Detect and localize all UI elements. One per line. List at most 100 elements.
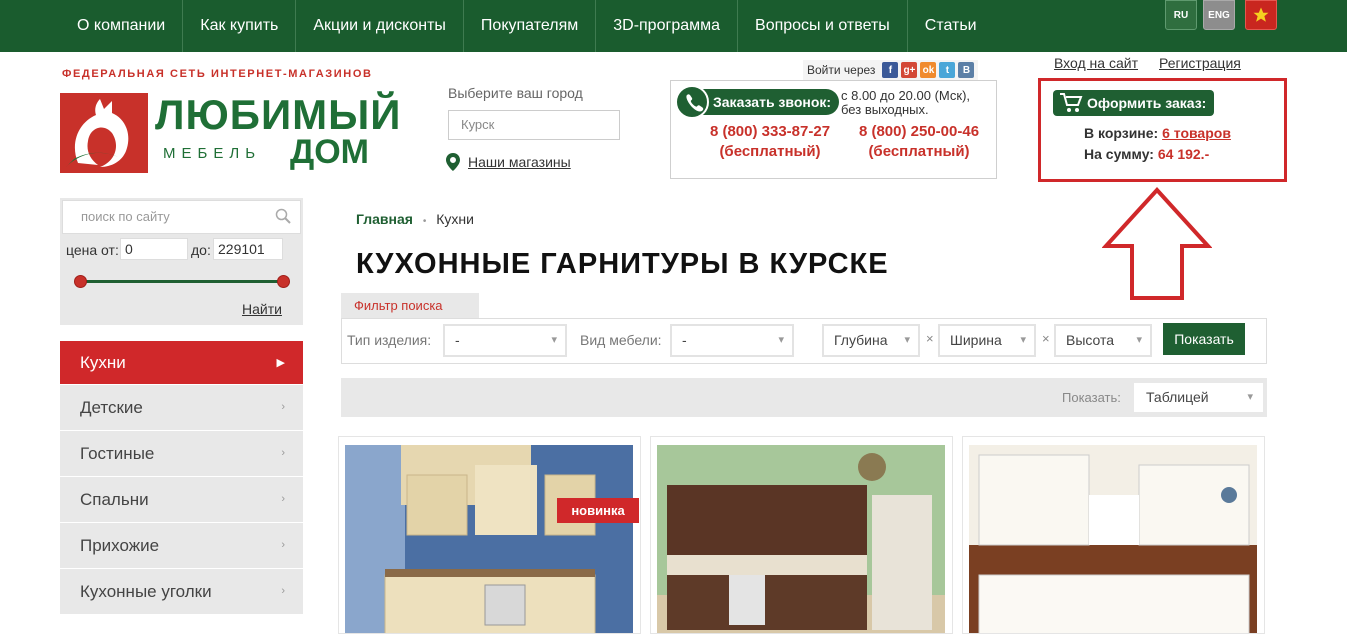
nav-about[interactable]: О компании bbox=[60, 0, 184, 52]
category-label: Гостиные bbox=[80, 444, 155, 463]
logo-word-mebel: МЕБЕЛЬ bbox=[163, 145, 262, 162]
stores-link[interactable]: Наши магазины bbox=[446, 153, 571, 171]
nav-promotions[interactable]: Акции и дисконты bbox=[296, 0, 464, 52]
top-nav-items: О компании Как купить Акции и дисконты П… bbox=[60, 0, 994, 52]
cart-sum-row: На сумму: 64 192.- bbox=[1084, 146, 1209, 162]
price-slider-max-handle[interactable] bbox=[277, 275, 290, 288]
nav-faq[interactable]: Вопросы и ответы bbox=[738, 0, 908, 52]
stores-link-label: Наши магазины bbox=[468, 154, 571, 170]
price-from-input[interactable]: 0 bbox=[120, 238, 188, 260]
category-label: Кухни bbox=[80, 353, 126, 372]
width-value: Ширина bbox=[950, 332, 1002, 348]
category-bedrooms[interactable]: Спальни › bbox=[60, 477, 303, 523]
cart-sum-value: 64 192.- bbox=[1157, 146, 1210, 162]
depth-value: Глубина bbox=[834, 332, 888, 348]
nav-customers[interactable]: Покупателям bbox=[464, 0, 597, 52]
chevron-right-icon: › bbox=[281, 493, 285, 505]
chevron-down-icon: ▾ bbox=[1247, 391, 1253, 403]
facebook-icon[interactable]: f bbox=[882, 62, 899, 78]
furniture-kind-label: Вид мебели: bbox=[580, 332, 662, 348]
furniture-kind-value: - bbox=[682, 332, 687, 348]
show-button[interactable]: Показать bbox=[1163, 323, 1245, 355]
view-mode-label: Показать: bbox=[1062, 390, 1121, 405]
map-pin-icon bbox=[446, 153, 460, 171]
google-plus-icon[interactable]: g+ bbox=[901, 62, 918, 78]
product-image[interactable] bbox=[969, 445, 1257, 634]
chevron-down-icon: ▾ bbox=[1020, 334, 1026, 346]
nav-articles[interactable]: Статьи bbox=[908, 0, 994, 52]
category-label: Прихожие bbox=[80, 536, 160, 555]
product-image[interactable] bbox=[657, 445, 945, 634]
vkontakte-icon[interactable]: B bbox=[958, 62, 975, 78]
favorites-star-button[interactable] bbox=[1245, 0, 1277, 30]
chevron-down-icon: ▾ bbox=[904, 334, 910, 346]
product-image[interactable] bbox=[345, 445, 633, 634]
odnoklassniki-icon[interactable]: ok bbox=[920, 62, 937, 78]
filter-tab[interactable]: Фильтр поиска bbox=[341, 293, 479, 319]
price-slider-min-handle[interactable] bbox=[74, 275, 87, 288]
view-mode-select[interactable]: Таблицей ▾ bbox=[1134, 383, 1263, 412]
cart-items-label: В корзине: bbox=[1084, 125, 1159, 141]
times-separator: × bbox=[1042, 331, 1050, 346]
chevron-right-icon: › bbox=[281, 447, 285, 459]
price-from-label: цена от: bbox=[66, 242, 119, 258]
category-kitchen-corners[interactable]: Кухонные уголки › bbox=[60, 569, 303, 615]
callback-button[interactable]: Заказать звонок: bbox=[675, 85, 840, 119]
cart-summary: Оформить заказ: В корзине: 6 товаров На … bbox=[1038, 78, 1287, 182]
breadcrumb-home[interactable]: Главная bbox=[356, 211, 413, 227]
top-navigation: О компании Как купить Акции и дисконты П… bbox=[0, 0, 1347, 52]
product-card[interactable] bbox=[962, 436, 1265, 634]
breadcrumb-current: Кухни bbox=[436, 211, 474, 227]
phone-number-1[interactable]: 8 (800) 333-87-27 (бесплатный) bbox=[703, 122, 837, 162]
find-button[interactable]: Найти bbox=[242, 301, 282, 317]
product-type-label: Тип изделия: bbox=[347, 332, 432, 348]
twitter-icon[interactable]: t bbox=[939, 62, 956, 78]
city-input[interactable]: Курск bbox=[448, 110, 620, 140]
view-bar: Показать: Таблицей ▾ bbox=[341, 378, 1267, 417]
category-label: Спальни bbox=[80, 490, 149, 509]
category-kitchens[interactable]: Кухни ▶ bbox=[60, 341, 303, 385]
working-hours: с 8.00 до 20.00 (Мск), без выходных. bbox=[841, 89, 991, 117]
chevron-down-icon: ▾ bbox=[551, 334, 557, 346]
price-slider-track[interactable] bbox=[80, 280, 284, 283]
phone-number-2-note: (бесплатный) bbox=[868, 143, 970, 160]
phone-number-2[interactable]: 8 (800) 250-00-46 (бесплатный) bbox=[851, 122, 987, 162]
contact-phones: Заказать звонок: с 8.00 до 20.00 (Мск), … bbox=[670, 80, 997, 179]
category-living-rooms[interactable]: Гостиные › bbox=[60, 431, 303, 477]
nav-3d-program[interactable]: 3D-программа bbox=[596, 0, 739, 52]
price-to-input[interactable]: 229101 bbox=[213, 238, 283, 260]
category-label: Кухонные уголки bbox=[80, 582, 212, 601]
checkout-button[interactable]: Оформить заказ: bbox=[1053, 90, 1215, 116]
site-search-input[interactable]: поиск по сайту bbox=[62, 200, 301, 234]
product-card[interactable] bbox=[650, 436, 953, 634]
lang-ru-button[interactable]: RU bbox=[1165, 0, 1197, 30]
register-link[interactable]: Регистрация bbox=[1159, 55, 1241, 71]
depth-select[interactable]: Глубина ▾ bbox=[822, 324, 920, 357]
chevron-right-icon: ▶ bbox=[276, 357, 285, 369]
product-type-select[interactable]: - ▾ bbox=[443, 324, 567, 357]
search-panel: поиск по сайту цена от: 0 до: 229101 Най… bbox=[60, 198, 303, 325]
chevron-right-icon: › bbox=[281, 585, 285, 597]
logo-word-lyubimyy: ЛЮБИМЫЙ bbox=[155, 91, 402, 138]
up-arrow-annotation-icon bbox=[1102, 187, 1212, 300]
height-select[interactable]: Высота ▾ bbox=[1054, 324, 1152, 357]
chevron-down-icon: ▾ bbox=[1136, 334, 1142, 346]
category-kids[interactable]: Детские › bbox=[60, 385, 303, 431]
lang-eng-button[interactable]: ENG bbox=[1203, 0, 1235, 30]
chevron-down-icon: ▾ bbox=[778, 334, 784, 346]
logo-tagline: ФЕДЕРАЛЬНАЯ СЕТЬ ИНТЕРНЕТ-МАГАЗИНОВ bbox=[62, 68, 373, 80]
furniture-kind-select[interactable]: - ▾ bbox=[670, 324, 794, 357]
logo-emblem[interactable] bbox=[60, 93, 148, 173]
width-select[interactable]: Ширина ▾ bbox=[938, 324, 1036, 357]
hours-line-1: с 8.00 до 20.00 (Мск), bbox=[841, 88, 971, 103]
cart-items-link[interactable]: 6 товаров bbox=[1162, 125, 1231, 141]
callback-label: Заказать звонок: bbox=[713, 94, 832, 110]
phone-number-1-note: (бесплатный) bbox=[719, 143, 821, 160]
login-link[interactable]: Вход на сайт bbox=[1054, 55, 1138, 71]
nav-how-to-buy[interactable]: Как купить bbox=[183, 0, 297, 52]
search-icon[interactable] bbox=[275, 208, 291, 224]
product-card[interactable] bbox=[338, 436, 641, 634]
cat-logo-icon bbox=[66, 99, 129, 167]
category-hallways[interactable]: Прихожие › bbox=[60, 523, 303, 569]
breadcrumb-separator-icon: • bbox=[422, 216, 427, 227]
